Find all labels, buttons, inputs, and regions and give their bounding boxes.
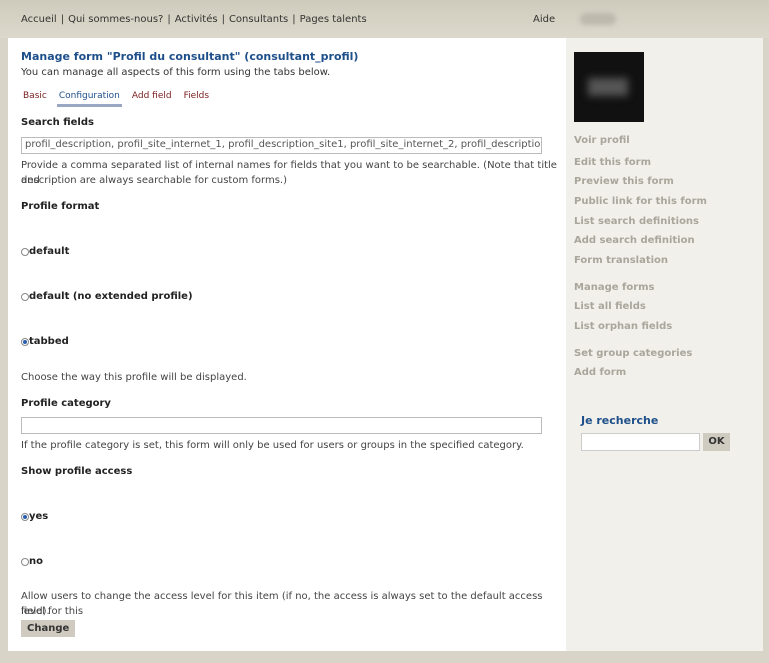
change-button[interactable]: Change — [21, 620, 76, 637]
nav-activites[interactable]: Activités — [175, 14, 218, 25]
form-tabs: Basic Configuration Add field Fields — [21, 90, 219, 107]
sidebar-link-form-translation[interactable]: Form translation — [574, 255, 668, 266]
nav-qui-sommes-nous[interactable]: Qui sommes-nous? — [68, 14, 163, 25]
access-no-label: no — [29, 556, 43, 567]
format-option-default[interactable]: default — [21, 246, 69, 257]
format-default-radio[interactable] — [21, 247, 29, 256]
nav-accueil[interactable]: Accueil — [21, 14, 57, 25]
sidebar-search-input[interactable] — [581, 433, 700, 451]
tab-add-field[interactable]: Add field — [130, 91, 174, 104]
access-no-radio[interactable] — [21, 557, 29, 566]
search-ok-button[interactable]: OK — [703, 433, 730, 451]
sidebar-link-list-search-definitions[interactable]: List search definitions — [574, 216, 699, 227]
sidebar-link-list-orphan-fields[interactable]: List orphan fields — [574, 321, 672, 332]
format-default-no-extended-radio[interactable] — [21, 292, 29, 301]
sidebar: Voir profil Edit this form Preview this … — [566, 38, 763, 651]
sidebar-link-manage-forms[interactable]: Manage forms — [574, 282, 655, 293]
tab-basic[interactable]: Basic — [21, 91, 49, 104]
format-tabbed-radio[interactable] — [21, 337, 29, 346]
nav-separator: | — [221, 14, 225, 25]
access-option-yes[interactable]: yes — [21, 511, 48, 522]
tab-configuration[interactable]: Configuration — [56, 91, 122, 107]
format-default-no-extended-label: default (no extended profile) — [29, 291, 193, 302]
format-option-tabbed[interactable]: tabbed — [21, 336, 69, 347]
nav-separator: | — [292, 14, 296, 25]
sidebar-link-add-form[interactable]: Add form — [574, 367, 626, 378]
top-navigation-bar: Accueil | Qui sommes-nous? | Activités | Consu… — [0, 0, 769, 38]
access-yes-label: yes — [29, 511, 49, 522]
sidebar-link-set-group-categories[interactable]: Set group categories — [574, 348, 692, 359]
avatar-blurred-name — [588, 78, 628, 96]
access-yes-radio[interactable] — [21, 512, 29, 521]
page-title: Manage form "Profil du consultant" (cons… — [21, 50, 359, 63]
profile-format-help: Choose the way this profile will be disp… — [21, 372, 247, 383]
main-nav: Accueil | Qui sommes-nous? | Activités | Consu… — [21, 14, 367, 25]
sidebar-link-list-all-fields[interactable]: List all fields — [574, 301, 646, 312]
format-default-label: default — [29, 246, 70, 257]
sidebar-link-edit-form[interactable]: Edit this form — [574, 157, 651, 168]
show-profile-access-label: Show profile access — [21, 466, 133, 477]
username-blurred[interactable] — [580, 13, 616, 25]
nav-separator: | — [60, 14, 65, 25]
tab-fields[interactable]: Fields — [182, 91, 211, 104]
search-fields-input[interactable]: profil_description, profil_site_internet… — [21, 137, 542, 154]
nav-separator: | — [167, 14, 171, 25]
search-fields-help-2: description are always searchable for cu… — [21, 175, 287, 186]
show-profile-access-help-2: field). — [21, 606, 50, 617]
profile-category-label: Profile category — [21, 398, 111, 409]
sidebar-link-public-link[interactable]: Public link for this form — [574, 196, 707, 207]
nav-consultants[interactable]: Consultants — [229, 14, 288, 25]
access-option-no[interactable]: no — [21, 556, 43, 567]
main-content: Manage form "Profil du consultant" (cons… — [8, 38, 566, 651]
profile-format-label: Profile format — [21, 201, 100, 212]
page-subtitle: You can manage all aspects of this form … — [21, 67, 331, 78]
search-fields-label: Search fields — [21, 117, 94, 128]
profile-category-input[interactable] — [21, 417, 542, 434]
format-tabbed-label: tabbed — [29, 336, 69, 347]
sidebar-link-voir-profil[interactable]: Voir profil — [574, 135, 630, 146]
search-title: Je recherche — [581, 414, 659, 427]
profile-category-help: If the profile category is set, this for… — [21, 440, 524, 451]
format-option-default-no-extended[interactable]: default (no extended profile) — [21, 291, 193, 302]
aide-link[interactable]: Aide — [533, 14, 555, 25]
show-profile-access-help-1: Allow users to change the access level f… — [21, 591, 543, 617]
nav-pages-talents[interactable]: Pages talents — [300, 14, 367, 25]
sidebar-link-preview-form[interactable]: Preview this form — [574, 176, 674, 187]
sidebar-link-add-search-definition[interactable]: Add search definition — [574, 235, 695, 246]
avatar[interactable] — [574, 52, 644, 122]
